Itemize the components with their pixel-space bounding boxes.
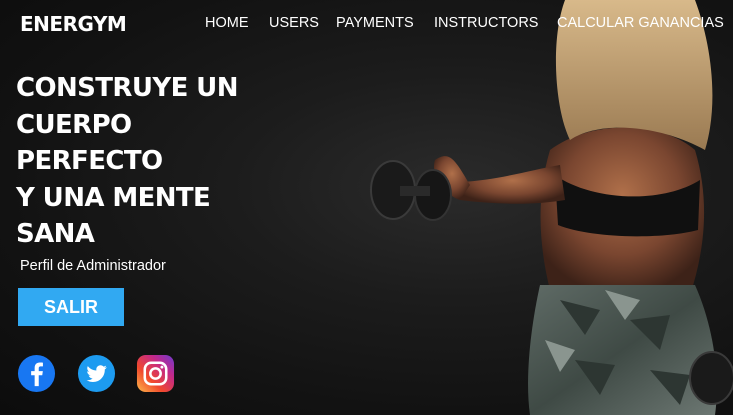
logout-button[interactable]: SALIR: [18, 288, 124, 326]
headline-line: CUERPO: [16, 109, 132, 140]
headline-line: SANA: [16, 219, 95, 249]
nav-home[interactable]: HOME: [205, 15, 249, 31]
twitter-icon[interactable]: [77, 354, 116, 393]
hero-headline: CONSTRUYE UN CUERPO PERFECTO Y UNA MENTE…: [16, 70, 346, 253]
nav-payments[interactable]: PAYMENTS: [336, 15, 414, 31]
main-nav: HOME USERS PAYMENTS INSTRUCTORS CALCULAR…: [0, 15, 733, 33]
hero-image: [370, 0, 733, 415]
headline-line: PERFECTO: [16, 146, 163, 176]
facebook-icon[interactable]: [17, 354, 56, 393]
nav-calcular-ganancias[interactable]: CALCULAR GANANCIAS: [557, 15, 724, 31]
profile-subtitle: Perfil de Administrador: [20, 258, 166, 274]
nav-instructors[interactable]: INSTRUCTORS: [434, 15, 538, 31]
nav-users[interactable]: USERS: [269, 15, 319, 31]
headline-line: Y UNA MENTE: [16, 182, 211, 213]
hero-page: ENERGYM HOME USERS PAYMENTS INSTRUCTORS …: [0, 0, 733, 415]
headline-line: CONSTRUYE UN: [16, 73, 238, 103]
instagram-icon[interactable]: [136, 354, 175, 393]
